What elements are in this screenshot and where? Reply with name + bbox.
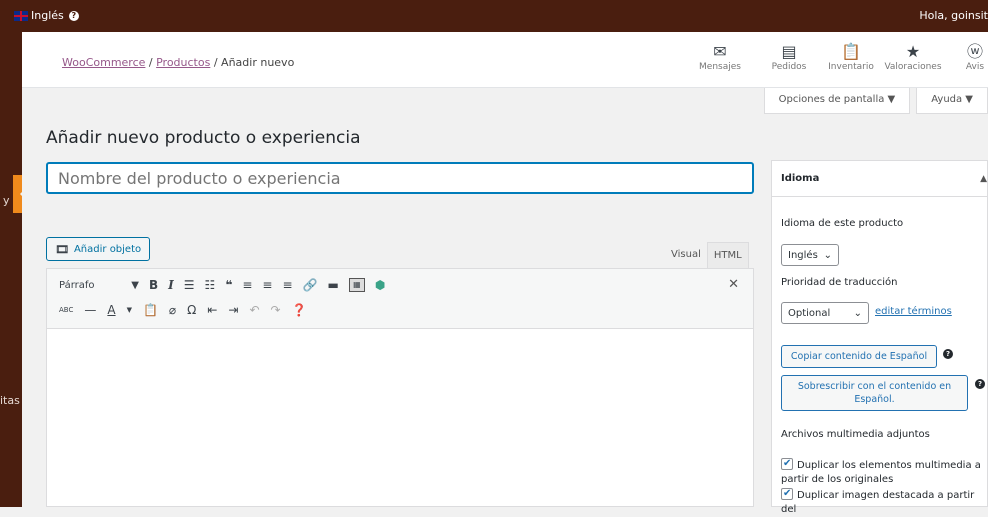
screen-options-button[interactable]: Opciones de pantalla ▼ bbox=[763, 88, 911, 114]
wordpress-icon: ⓦ bbox=[966, 42, 983, 61]
uk-flag-icon bbox=[14, 10, 28, 21]
help-icon[interactable]: ? bbox=[943, 349, 953, 359]
duplicate-featured-checkbox[interactable]: Duplicar imagen destacada a partir del bbox=[781, 487, 986, 517]
dropdown-arrow-icon: ▼ bbox=[131, 279, 139, 291]
envelope-icon: ✉ bbox=[713, 42, 727, 61]
star-icon: ★ bbox=[905, 42, 921, 61]
admin-sidebar: y itas bbox=[0, 32, 22, 507]
redo-icon[interactable]: ↷ bbox=[271, 302, 281, 318]
admin-bar: Inglés ? Hola, goinsit bbox=[0, 0, 988, 32]
panel-header[interactable]: Idioma ▲ bbox=[772, 161, 987, 197]
product-language-select[interactable]: Inglés ⌄ bbox=[781, 244, 839, 266]
collapse-arrow-icon[interactable]: ▲ bbox=[980, 161, 987, 197]
clear-formatting-icon[interactable]: ⌀ bbox=[169, 302, 176, 318]
breadcrumb: WooCommerce / Productos / Añadir nuevo bbox=[62, 56, 294, 69]
duplicate-media-checkbox[interactable]: Duplicar los elementos multimedia a part… bbox=[781, 457, 986, 487]
nav-label: Inventario bbox=[828, 62, 874, 72]
fullscreen-icon[interactable]: ✕ bbox=[728, 277, 739, 292]
select-value: Inglés bbox=[788, 249, 818, 261]
screen-meta-links: Opciones de pantalla ▼ Ayuda ▼ bbox=[763, 88, 988, 114]
media-icon: 🎞 bbox=[55, 242, 69, 256]
woocommerce-header: WooCommerce / Productos / Añadir nuevo ✉… bbox=[22, 32, 988, 88]
language-label: Inglés bbox=[31, 9, 64, 22]
breadcrumb-separator: / bbox=[210, 56, 222, 69]
nav-label: Mensajes bbox=[699, 62, 741, 72]
product-title-input[interactable] bbox=[46, 162, 754, 194]
breadcrumb-woocommerce-link[interactable]: WooCommerce bbox=[62, 56, 145, 69]
checkbox-checked-icon[interactable] bbox=[781, 457, 793, 471]
nav-inventario[interactable]: 📋 Inventario bbox=[820, 42, 882, 72]
active-menu-indicator bbox=[13, 175, 22, 213]
overwrite-content-button[interactable]: Sobrescribir con el contenido en Español… bbox=[781, 375, 968, 411]
plugin-cube-icon[interactable]: ⬢ bbox=[375, 277, 385, 293]
add-media-button[interactable]: 🎞 Añadir objeto bbox=[46, 237, 151, 261]
italic-icon[interactable]: I bbox=[168, 277, 174, 293]
text-color-dropdown-icon[interactable]: ▼ bbox=[127, 302, 132, 318]
nav-mensajes[interactable]: ✉ Mensajes bbox=[682, 42, 758, 72]
keyboard-help-icon[interactable]: ❓ bbox=[292, 302, 307, 318]
editor-toolbar: Párrafo ▼ B I ☰ ☷ ❝ ≡ ≡ ≡ 🔗 ▬ ▦ ⬢ ABC — … bbox=[47, 269, 753, 329]
align-left-icon[interactable]: ≡ bbox=[242, 277, 252, 293]
account-greeting[interactable]: Hola, goinsit bbox=[919, 9, 988, 22]
product-language-label: Idioma de este producto bbox=[781, 218, 904, 229]
page-title: Añadir nuevo producto o experiencia bbox=[46, 128, 361, 148]
breadcrumb-current: Añadir nuevo bbox=[221, 56, 295, 69]
nav-label: Pedidos bbox=[771, 62, 807, 72]
numbered-list-icon[interactable]: ☷ bbox=[205, 277, 216, 293]
checkbox-label: Duplicar los elementos multimedia a part… bbox=[781, 460, 981, 485]
breadcrumb-separator: / bbox=[145, 56, 157, 69]
language-panel: Idioma ▲ Idioma de este producto Inglés … bbox=[771, 160, 988, 515]
nav-pedidos[interactable]: ▤ Pedidos bbox=[758, 42, 820, 72]
sidebar-item-partial[interactable]: y bbox=[3, 194, 10, 207]
text-color-icon[interactable]: A bbox=[107, 302, 115, 318]
breadcrumb-productos-link[interactable]: Productos bbox=[156, 56, 210, 69]
panel-title: Idioma bbox=[781, 173, 820, 184]
bold-icon[interactable]: B bbox=[149, 277, 158, 293]
media-attachments-label: Archivos multimedia adjuntos bbox=[781, 429, 930, 440]
bullet-list-icon[interactable]: ☰ bbox=[184, 277, 195, 293]
editor-tabs: Visual HTML bbox=[665, 242, 749, 268]
priority-label: Prioridad de traducción bbox=[781, 277, 898, 288]
indent-icon[interactable]: ⇥ bbox=[228, 302, 238, 318]
help-button[interactable]: Ayuda ▼ bbox=[916, 88, 988, 114]
checkbox-checked-icon[interactable] bbox=[781, 487, 793, 501]
tab-visual[interactable]: Visual bbox=[665, 242, 707, 268]
nav-label: Valoraciones bbox=[884, 62, 942, 72]
copy-content-button[interactable]: Copiar contenido de Español bbox=[781, 345, 937, 368]
nav-valoraciones[interactable]: ★ Valoraciones bbox=[882, 42, 944, 72]
paste-text-icon[interactable]: 📋 bbox=[143, 302, 158, 318]
read-more-icon[interactable]: ▬ bbox=[328, 277, 339, 293]
checkbox-label: Duplicar imagen destacada a partir del bbox=[781, 490, 975, 515]
content-editor[interactable]: Párrafo ▼ B I ☰ ☷ ❝ ≡ ≡ ≡ 🔗 ▬ ▦ ⬢ ABC — … bbox=[46, 268, 754, 507]
chevron-down-icon: ⌄ bbox=[823, 249, 832, 261]
align-center-icon[interactable]: ≡ bbox=[262, 277, 272, 293]
align-right-icon[interactable]: ≡ bbox=[282, 277, 292, 293]
add-media-label: Añadir objeto bbox=[73, 243, 142, 255]
priority-select[interactable]: Optional ⌄ bbox=[781, 302, 869, 324]
edit-terms-link[interactable]: editar términos bbox=[875, 306, 952, 317]
clipboard-icon: 📋 bbox=[841, 42, 861, 61]
help-icon: ? bbox=[68, 10, 79, 21]
format-select-value: Párrafo bbox=[59, 279, 95, 291]
orders-icon: ▤ bbox=[781, 42, 797, 61]
outdent-icon[interactable]: ⇤ bbox=[207, 302, 217, 318]
nav-avisos[interactable]: ⓦ Avis bbox=[944, 42, 988, 72]
special-character-icon[interactable]: Ω bbox=[187, 302, 196, 318]
undo-icon[interactable]: ↶ bbox=[249, 302, 259, 318]
nav-label: Avis bbox=[965, 62, 985, 72]
tab-html[interactable]: HTML bbox=[706, 242, 749, 268]
horizontal-line-icon[interactable]: — bbox=[84, 302, 96, 318]
link-icon[interactable]: 🔗 bbox=[303, 277, 318, 293]
activity-nav: ✉ Mensajes ▤ Pedidos 📋 Inventario ★ Valo… bbox=[682, 42, 988, 72]
select-value: Optional bbox=[788, 307, 831, 319]
sidebar-item-partial[interactable]: itas bbox=[0, 394, 20, 407]
strikethrough-icon[interactable]: ABC bbox=[59, 302, 73, 318]
chevron-down-icon: ⌄ bbox=[853, 307, 862, 319]
format-select[interactable]: Párrafo ▼ bbox=[59, 280, 139, 291]
blockquote-icon[interactable]: ❝ bbox=[225, 277, 232, 293]
help-icon[interactable]: ? bbox=[975, 379, 985, 389]
toolbar-toggle-icon[interactable]: ▦ bbox=[348, 278, 365, 292]
language-switcher[interactable]: Inglés ? bbox=[14, 9, 79, 22]
